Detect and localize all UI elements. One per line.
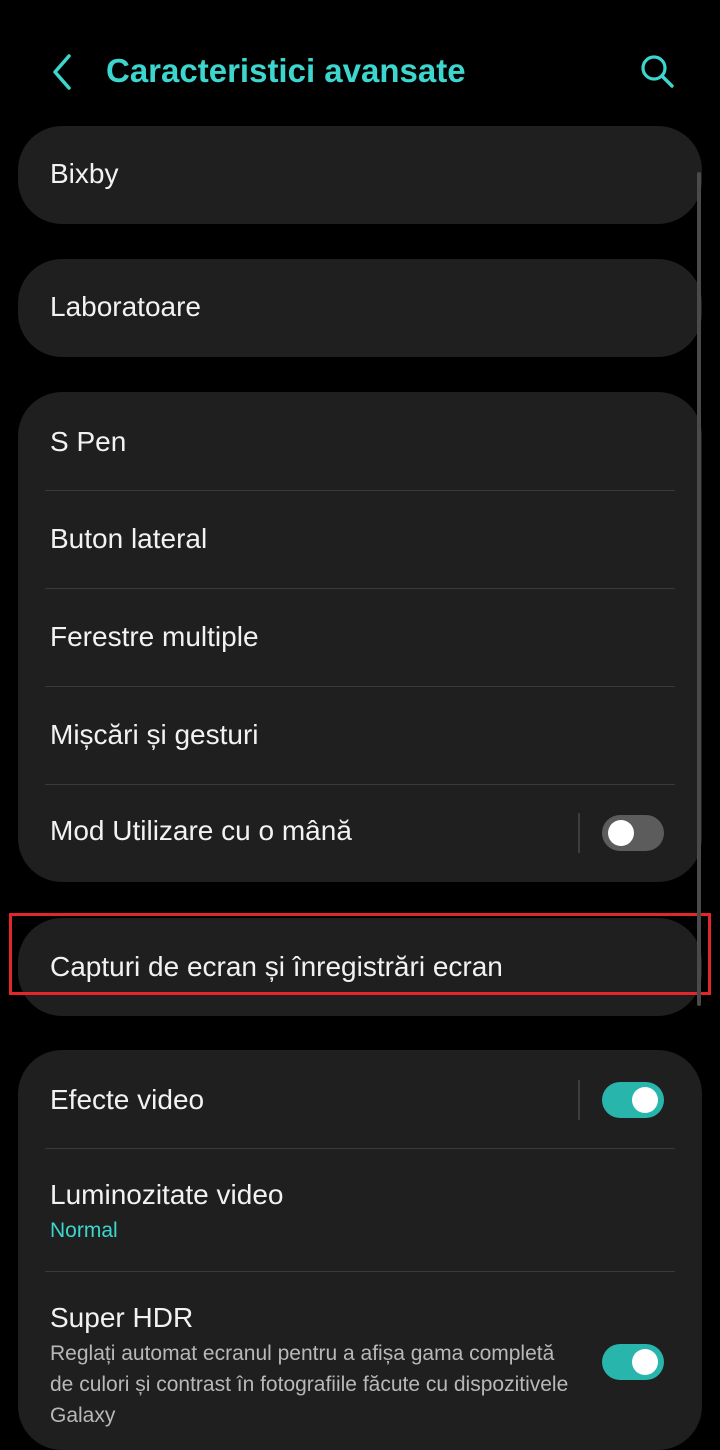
- settings-item-motions[interactable]: Mișcări și gesturi: [18, 687, 702, 784]
- settings-item-s-pen[interactable]: S Pen: [18, 392, 702, 490]
- toggle-knob: [608, 820, 634, 846]
- settings-item-label: S Pen: [50, 426, 127, 457]
- settings-item-multi-window[interactable]: Ferestre multiple: [18, 589, 702, 686]
- settings-item-one-hand-mode[interactable]: Mod Utilizare cu o mână: [18, 785, 702, 882]
- scrollbar[interactable]: [697, 172, 701, 1006]
- toggle-knob: [632, 1349, 658, 1375]
- page-title: Caracteristici avansate: [106, 52, 466, 89]
- one-hand-mode-toggle[interactable]: [602, 815, 664, 851]
- settings-item-label: Efecte video: [50, 1084, 205, 1115]
- settings-item-bixby[interactable]: Bixby: [18, 126, 702, 224]
- app-header: Caracteristici avansate: [0, 0, 720, 140]
- divider-vertical: [578, 813, 580, 853]
- settings-item-label: Bixby: [50, 158, 119, 189]
- super-hdr-toggle[interactable]: [602, 1344, 664, 1380]
- settings-item-super-hdr[interactable]: Super HDR Reglați automat ecranul pentru…: [18, 1272, 702, 1450]
- settings-item-label: Mod Utilizare cu o mână: [50, 815, 352, 846]
- video-brightness-value: Normal: [50, 1219, 118, 1242]
- settings-item-video-effects[interactable]: Efecte video: [18, 1050, 702, 1148]
- back-button[interactable]: [36, 46, 88, 98]
- settings-item-video-brightness[interactable]: Luminozitate video Normal: [18, 1149, 702, 1271]
- settings-item-label: Capturi de ecran și înregistrări ecran: [50, 951, 503, 982]
- divider-vertical: [578, 1080, 580, 1120]
- settings-item-label: Ferestre multiple: [50, 621, 259, 652]
- video-effects-toggle[interactable]: [602, 1082, 664, 1118]
- bixby-card: Bixby: [18, 126, 702, 224]
- features-card: S Pen Buton lateral Ferestre multiple Mi…: [18, 392, 702, 882]
- settings-item-side-button[interactable]: Buton lateral: [18, 491, 702, 588]
- super-hdr-description: Reglați automat ecranul pentru a afișa g…: [50, 1342, 569, 1427]
- search-button[interactable]: [630, 44, 684, 98]
- settings-item-label: Luminozitate video: [50, 1179, 284, 1210]
- settings-item-label: Super HDR: [50, 1302, 194, 1333]
- settings-item-label: Buton lateral: [50, 523, 208, 554]
- labs-card: Laboratoare: [18, 259, 702, 357]
- settings-item-label: Mișcări și gesturi: [50, 719, 259, 750]
- settings-item-labs[interactable]: Laboratoare: [18, 259, 702, 357]
- screenshots-card: Capturi de ecran și înregistrări ecran: [18, 918, 702, 1016]
- settings-item-screenshots[interactable]: Capturi de ecran și înregistrări ecran: [18, 918, 702, 1016]
- chevron-left-icon: [53, 54, 71, 90]
- video-card: Efecte video Luminozitate video Normal S…: [18, 1050, 702, 1450]
- search-icon: [641, 55, 674, 88]
- settings-item-label: Laboratoare: [50, 291, 202, 322]
- toggle-knob: [632, 1087, 658, 1113]
